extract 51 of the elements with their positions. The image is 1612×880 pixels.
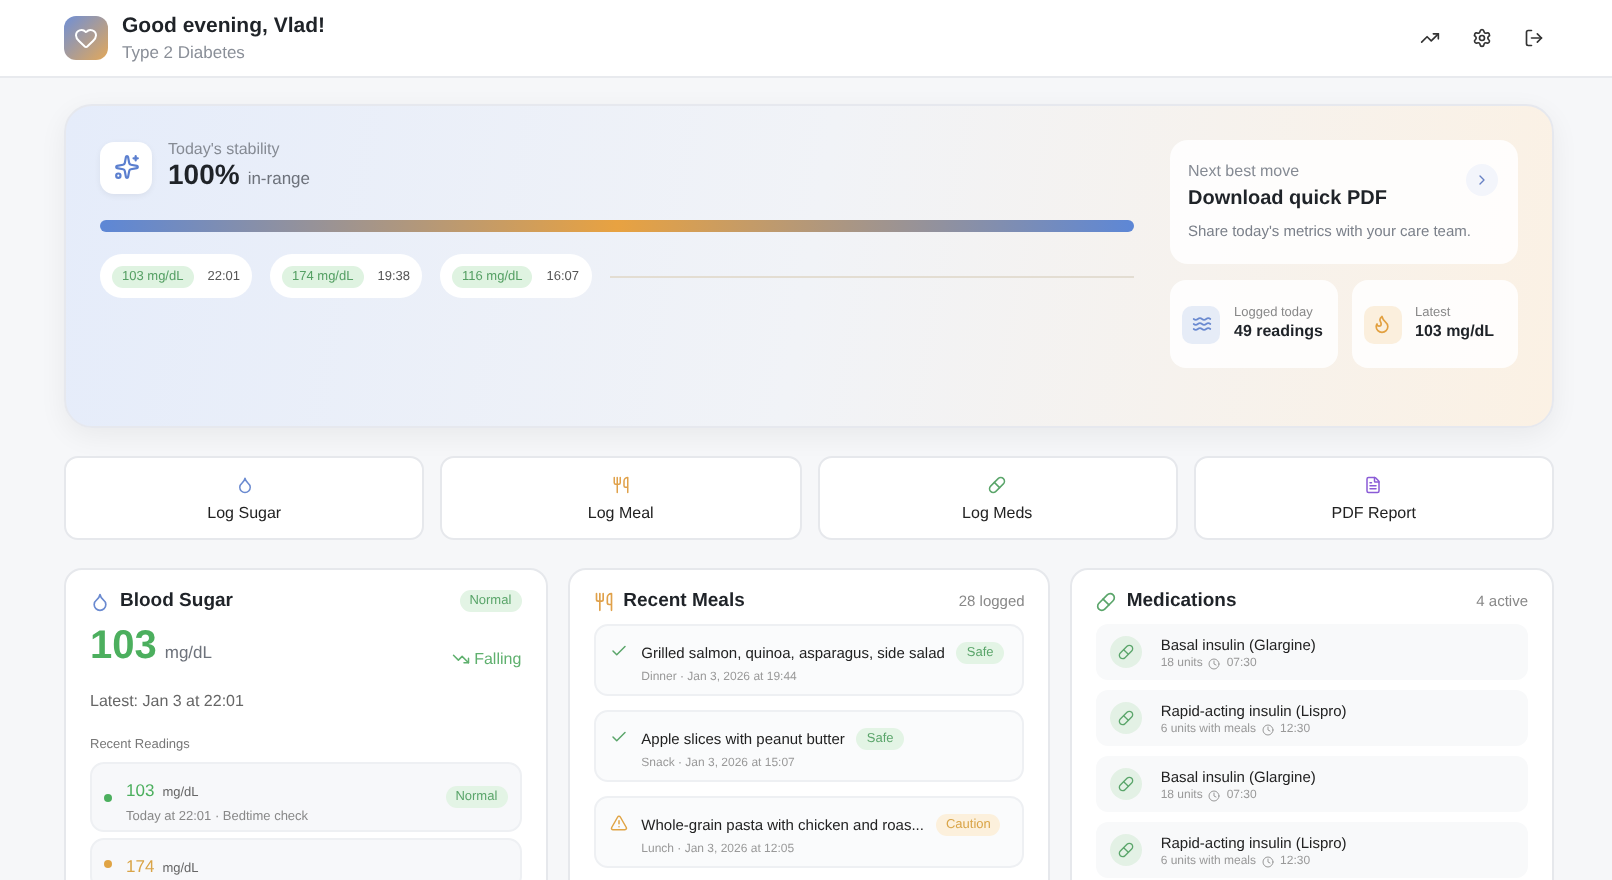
utensils-icon bbox=[611, 475, 630, 493]
card-title: Medications bbox=[1096, 590, 1237, 612]
stability-unit: in-range bbox=[247, 168, 310, 188]
waves-icon bbox=[1182, 305, 1220, 344]
greeting: Good evening, Vlad! bbox=[122, 14, 326, 38]
stat-value: 49 readings bbox=[1234, 321, 1323, 344]
pill-icon bbox=[988, 475, 1007, 493]
clock-icon bbox=[1262, 855, 1275, 867]
trend-label: Falling bbox=[452, 650, 522, 668]
droplet-icon bbox=[235, 475, 254, 493]
latest-text: Latest: Jan 3 at 22:01 bbox=[90, 692, 246, 710]
check-icon bbox=[609, 642, 628, 660]
action-button[interactable]: Log Meal bbox=[440, 456, 801, 540]
next-move-label: Next best move bbox=[1188, 162, 1302, 180]
reading-value: 174 bbox=[126, 856, 155, 876]
card-title: Recent Meals bbox=[593, 590, 745, 612]
trend-icon[interactable] bbox=[1420, 28, 1440, 48]
logout-icon[interactable] bbox=[1524, 28, 1544, 48]
heart-logo-icon bbox=[64, 16, 108, 60]
check-icon bbox=[609, 728, 628, 746]
next-move-title: Download quick PDF bbox=[1188, 188, 1389, 210]
clock-icon bbox=[1262, 723, 1275, 735]
pill-icon bbox=[1110, 702, 1143, 734]
action-button[interactable]: Log Meds bbox=[817, 456, 1178, 540]
pill-icon bbox=[1096, 591, 1117, 611]
document-icon bbox=[1364, 475, 1383, 493]
warning-icon bbox=[609, 814, 628, 832]
stat-value: 103 mg/dL bbox=[1415, 321, 1495, 344]
card-title: Blood Sugar bbox=[90, 590, 233, 612]
flame-icon bbox=[1363, 305, 1401, 344]
stability-label: Today's stability bbox=[168, 140, 282, 158]
settings-icon[interactable] bbox=[1472, 28, 1492, 48]
pill-icon bbox=[1110, 768, 1143, 800]
stability-value: 100% bbox=[168, 158, 240, 190]
chevron-right-icon bbox=[1474, 172, 1490, 188]
status-dot bbox=[104, 793, 112, 801]
action-button[interactable]: PDF Report bbox=[1193, 456, 1554, 540]
clock-icon bbox=[1208, 657, 1221, 669]
pill-icon bbox=[1110, 636, 1143, 668]
status-dot bbox=[104, 860, 112, 868]
sugar-unit: mg/dL bbox=[164, 642, 212, 662]
sugar-value: 103 bbox=[90, 624, 157, 668]
action-button[interactable]: Log Sugar bbox=[64, 456, 425, 540]
trend-down-icon bbox=[452, 650, 471, 668]
sparkle-icon bbox=[100, 141, 152, 193]
clock-icon bbox=[1208, 789, 1221, 801]
subtitle: Type 2 Diabetes bbox=[122, 42, 247, 62]
reading-value: 103 bbox=[126, 780, 155, 800]
droplet-icon bbox=[90, 591, 110, 611]
pill-icon bbox=[1110, 834, 1143, 866]
utensils-icon bbox=[593, 591, 614, 611]
